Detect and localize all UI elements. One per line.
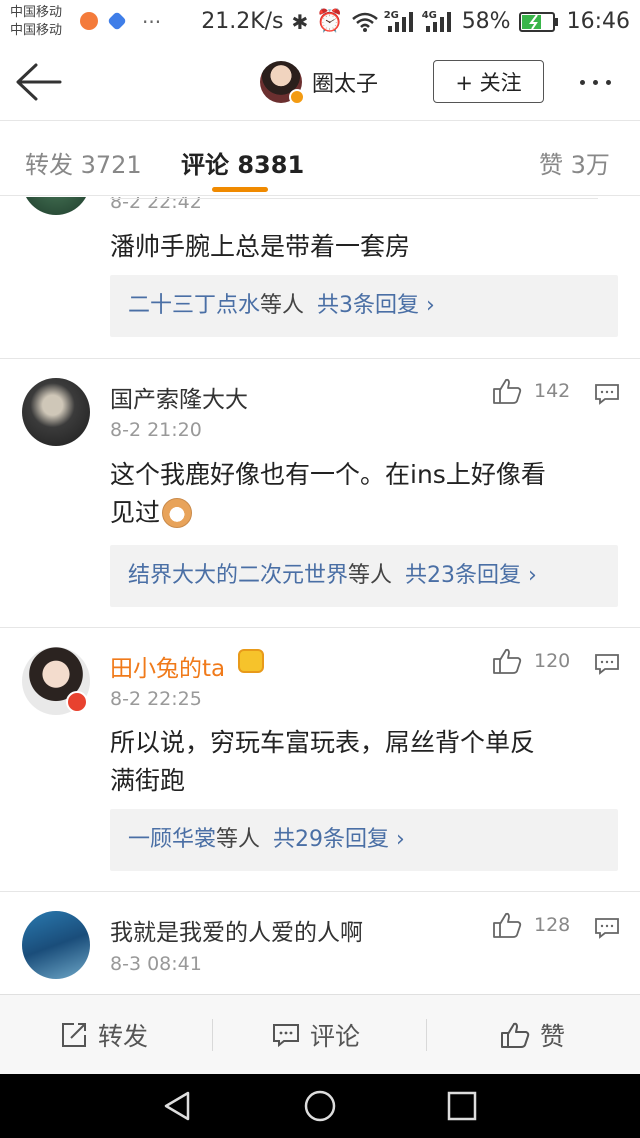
- net-speed: 21.2K/s: [201, 9, 284, 34]
- more-options-icon[interactable]: [580, 80, 611, 85]
- reply-users-link[interactable]: 二十三丁点水: [128, 293, 260, 318]
- comment-time: 8-2 22:25: [110, 688, 202, 710]
- comment-label: 评论: [310, 1022, 361, 1051]
- weibo-notification-icon: [80, 12, 98, 30]
- thumbs-up-icon: [501, 1022, 530, 1048]
- carrier-labels: 中国移动 中国移动: [10, 4, 62, 40]
- status-bar: 中国移动 中国移动 ··· 21.2K/s ✱ ⏰ 2G 4G 58% 16:4…: [0, 0, 640, 44]
- app-notification-icon: [107, 11, 127, 31]
- signal-4g: 4G: [422, 10, 454, 34]
- like-count: 128: [534, 914, 571, 936]
- battery-icon: [518, 12, 558, 32]
- active-tab-indicator: [212, 187, 268, 192]
- separator: [212, 1019, 213, 1051]
- like-label: 赞: [540, 1022, 566, 1051]
- comment-icon[interactable]: [594, 653, 620, 675]
- profile-name[interactable]: 圈太子: [312, 66, 378, 98]
- status-right: 21.2K/s ✱ ⏰ 2G 4G 58% 16:46: [201, 8, 630, 36]
- bottom-action-bar: 转发 评论 赞: [0, 994, 640, 1074]
- comment-icon: [273, 1024, 299, 1048]
- reply-mid: 等人: [216, 827, 261, 852]
- repost-button[interactable]: 转发: [60, 1017, 148, 1053]
- verified-badge-icon: [289, 89, 305, 105]
- like-count: 120: [534, 650, 571, 672]
- vip-badge-icon: [66, 691, 88, 713]
- comment-text-line: 见过: [110, 498, 161, 527]
- reply-total-link[interactable]: 共29条回复 ›: [273, 827, 405, 852]
- follow-button[interactable]: + 关注: [433, 60, 544, 103]
- reply-total-link[interactable]: 共23条回复 ›: [405, 563, 537, 588]
- reply-summary: 二十三丁点水等人 共3条回复 ›: [128, 291, 435, 321]
- carrier-2: 中国移动: [10, 23, 63, 38]
- clock: 16:46: [566, 9, 630, 34]
- comment-time: 8-2 22:42: [110, 197, 202, 213]
- carrier-1: 中国移动: [10, 5, 63, 20]
- nav-home-icon[interactable]: [303, 1089, 337, 1123]
- avatar[interactable]: [22, 197, 90, 215]
- signal-bars-icon: [387, 12, 413, 32]
- divider: [110, 198, 598, 199]
- comment-time: 8-3 08:41: [110, 953, 202, 975]
- signal-2g: 2G: [384, 10, 416, 34]
- like-button[interactable]: 赞: [500, 1017, 565, 1053]
- divider: [0, 358, 640, 359]
- tab-repost[interactable]: 转发 3721: [25, 145, 142, 180]
- comment-text: 潘帅手腕上总是带着一套房: [110, 232, 411, 261]
- reply-mid: 等人: [348, 563, 393, 588]
- reply-preview[interactable]: 二十三丁点水等人 共3条回复 ›: [110, 275, 618, 337]
- reply-mid: 等人: [260, 293, 305, 318]
- bluetooth-icon: ✱: [291, 10, 309, 34]
- repost-label: 转发: [98, 1022, 149, 1051]
- comment-time: 8-2 21:20: [110, 419, 202, 441]
- alarm-icon: ⏰: [316, 9, 344, 34]
- tab-likes[interactable]: 赞 3万: [539, 145, 610, 180]
- thumbs-up-icon[interactable]: [492, 647, 522, 675]
- more-notifications-icon: ···: [142, 10, 162, 34]
- comment-text-line: 满街跑: [110, 766, 186, 795]
- thumbs-up-icon[interactable]: [492, 911, 522, 939]
- system-nav-bar: [0, 1074, 640, 1138]
- reply-preview[interactable]: 结界大大的二次元世界等人 共23条回复 ›: [110, 545, 618, 607]
- tab-comments[interactable]: 评论 8381: [181, 145, 304, 180]
- reply-summary: 结界大大的二次元世界等人 共23条回复 ›: [128, 561, 537, 591]
- comment-text-line: 所以说，穷玩车富玩表，屌丝背个单反: [110, 728, 536, 757]
- comment-text: 这个我鹿好像也有一个。在ins上好像看 见过: [110, 456, 615, 532]
- cat-emoji-icon: [162, 498, 193, 528]
- back-arrow-icon[interactable]: [14, 62, 62, 102]
- comment-username[interactable]: 国产索隆大大: [110, 380, 248, 414]
- divider: [0, 627, 640, 628]
- comment-text-line: 这个我鹿好像也有一个。在ins上好像看: [110, 460, 546, 489]
- wifi-icon: [351, 12, 378, 32]
- thumbs-up-icon[interactable]: [492, 377, 522, 405]
- signal-bars-icon: [425, 12, 451, 32]
- comment-icon[interactable]: [594, 917, 620, 939]
- comment-text-line-2: 见过: [110, 494, 615, 532]
- like-count: 142: [534, 380, 571, 402]
- reply-summary: 一顾华裳等人 共29条回复 ›: [128, 825, 405, 855]
- battery-percent: 58%: [461, 9, 511, 34]
- nav-recents-icon[interactable]: [445, 1089, 479, 1123]
- avatar[interactable]: [22, 911, 90, 979]
- tab-bar: 转发 3721 评论 8381 赞 3万: [0, 120, 640, 196]
- comment-username[interactable]: 田小兔的ta: [110, 649, 225, 683]
- crown-badge-icon: [238, 649, 264, 673]
- reply-preview[interactable]: 一顾华裳等人 共29条回复 ›: [110, 809, 618, 871]
- reply-users-link[interactable]: 一顾华裳: [128, 827, 216, 852]
- comment-button[interactable]: 评论: [272, 1017, 360, 1053]
- nav-back-icon[interactable]: [160, 1089, 194, 1123]
- comment-feed[interactable]: 8-2 22:42 潘帅手腕上总是带着一套房 二十三丁点水等人 共3条回复 › …: [0, 197, 640, 993]
- reply-total-link[interactable]: 共3条回复 ›: [317, 293, 435, 318]
- separator: [426, 1019, 427, 1051]
- comment-username[interactable]: 我就是我爱的人爱的人啊: [110, 913, 363, 947]
- comment-text: 所以说，穷玩车富玩表，屌丝背个单反 满街跑: [110, 724, 615, 800]
- repost-icon: [62, 1023, 86, 1047]
- comment-icon[interactable]: [594, 383, 620, 405]
- avatar[interactable]: [22, 378, 90, 446]
- header: 圈太子 + 关注: [0, 44, 640, 120]
- reply-users-link[interactable]: 结界大大的二次元世界: [128, 563, 348, 588]
- divider: [0, 891, 640, 892]
